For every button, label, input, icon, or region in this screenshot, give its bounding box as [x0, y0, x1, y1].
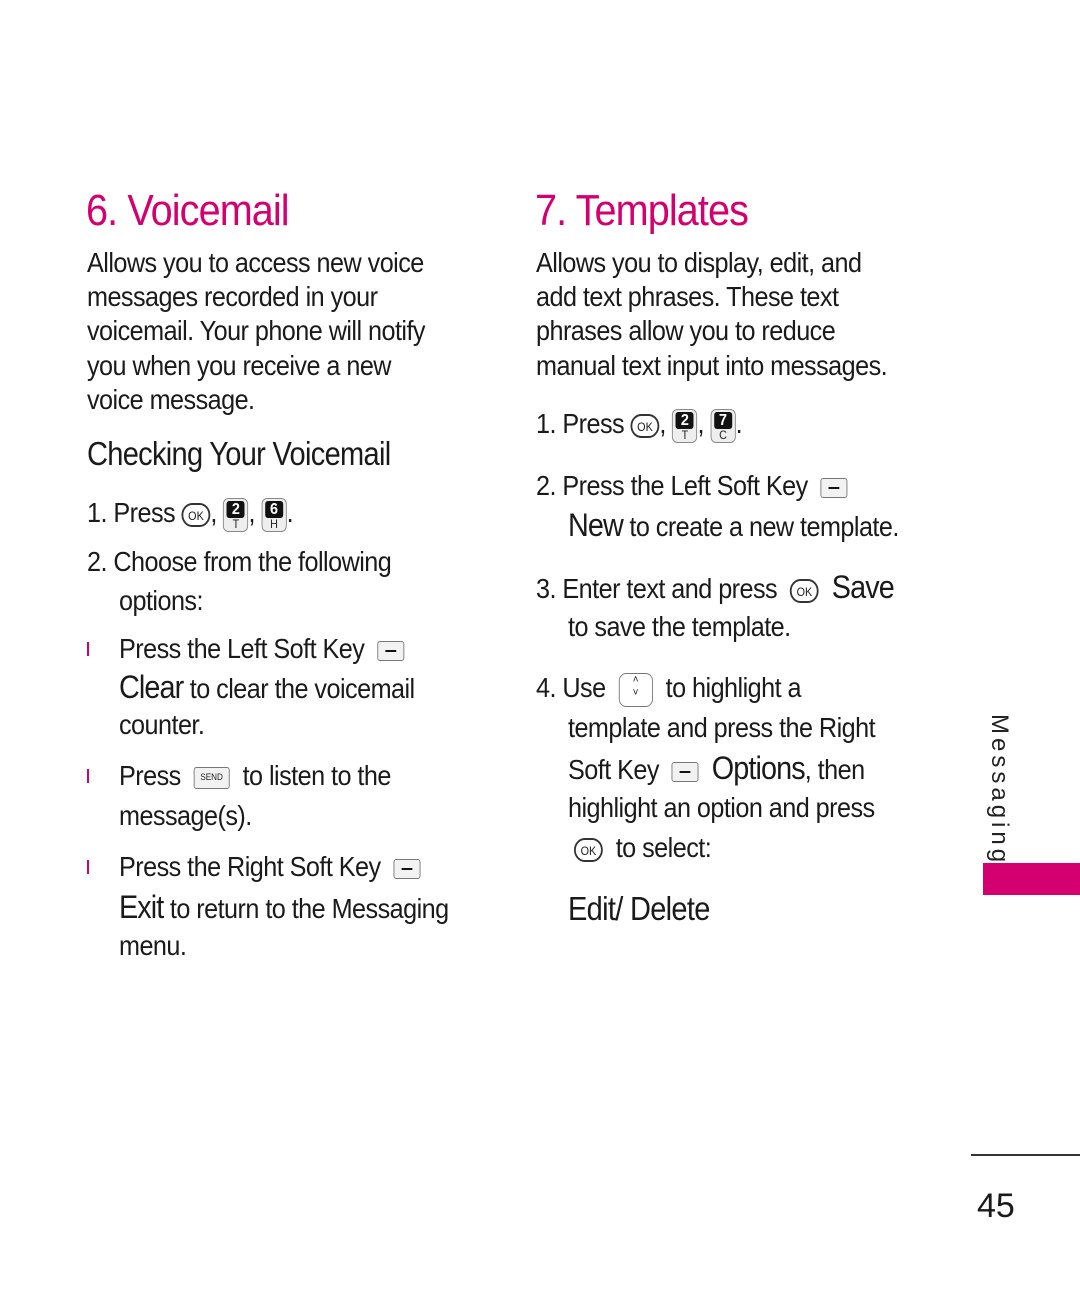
step-text: Press the Right Soft Key	[119, 851, 381, 882]
ok-key-icon: OK	[630, 413, 660, 438]
key-6-icon: 6H	[261, 497, 287, 532]
key-2-icon: 2T	[672, 408, 698, 443]
key-7-icon: 7C	[710, 408, 736, 443]
text-line: 3. Enter text and press OK Save	[536, 569, 895, 605]
step-text: to create a new template.	[622, 511, 899, 542]
step-text: to listen to the	[242, 760, 392, 791]
text-line: Press the Right Soft Key	[119, 850, 421, 884]
navigation-key-icon: ˄ ˅	[618, 672, 653, 707]
text-line: 2. Choose from the following	[87, 546, 392, 577]
text-line: New to create a new template.	[568, 508, 899, 542]
text-line: manual text input into messages.	[536, 350, 888, 381]
text-line: OK to select:	[574, 831, 712, 865]
ok-key-icon: OK	[574, 837, 603, 862]
softkey-label: Exit	[119, 889, 164, 925]
text-line: options:	[119, 585, 203, 616]
text-line: Press the Left Soft Key	[119, 632, 405, 666]
step-text: to select:	[615, 832, 712, 863]
softkey-label: Options	[711, 750, 806, 786]
bullet-marker	[87, 860, 89, 874]
footer-rule	[971, 1154, 1080, 1156]
key-letter: H	[270, 516, 278, 531]
ok-key-icon: OK	[181, 502, 211, 527]
text-line: Press SEND to listen to the	[119, 759, 391, 793]
text-line: highlight an option and press	[568, 792, 875, 823]
left-soft-key-icon	[820, 477, 848, 498]
step-text: Press the Left Soft Key	[119, 633, 365, 664]
key-digit: 7	[714, 411, 733, 429]
text-line: to save the template.	[568, 611, 791, 642]
step-text: to clear the voicemail	[183, 673, 415, 704]
text-line: voice message.	[87, 384, 255, 415]
step-text: 2. Press the Left Soft Key	[536, 470, 808, 501]
step-text: 3. Enter text and press	[536, 573, 778, 604]
key-digit: 2	[226, 500, 245, 518]
right-soft-key-icon	[671, 761, 699, 782]
page-number: 45	[977, 1187, 1015, 1225]
key-letter: C	[719, 427, 727, 442]
step-text: , then	[804, 754, 865, 785]
text-line: 2. Press the Left Soft Key	[536, 469, 848, 503]
step-1: 1. Press OK, 2T, 7C.	[536, 408, 743, 443]
softkey-label: Clear	[119, 669, 184, 705]
section-title-templates: 7. Templates	[535, 186, 749, 235]
text-line: Soft Key Options, then	[568, 751, 865, 785]
text-line: Allows you to display, edit, and	[536, 247, 862, 278]
text-line: Exit to return to the Messaging	[119, 890, 449, 924]
softkey-label: New	[568, 507, 624, 543]
key-digit: 2	[675, 411, 694, 429]
send-key-icon: SEND	[193, 766, 230, 789]
text-line: add text phrases. These text	[536, 281, 839, 312]
step-text: to highlight a	[665, 672, 802, 703]
text-line: message(s).	[119, 800, 252, 831]
softkey-label: Save	[831, 569, 895, 605]
text-line: you when you receive a new	[87, 350, 392, 381]
subheading: Checking Your Voicemail	[87, 435, 391, 472]
text-line: menu.	[119, 930, 187, 961]
ok-key-icon: OK	[790, 578, 819, 603]
step-text: 1. Press	[87, 497, 176, 528]
key-2-icon: 2T	[223, 497, 249, 532]
section-title-voicemail: 6. Voicemail	[86, 186, 290, 235]
text-line: 4. Use ˄ ˅ to highlight a	[536, 671, 802, 707]
text-line: template and press the Right	[568, 712, 876, 743]
key-digit: 6	[265, 500, 284, 518]
text-line: messages recorded in your	[87, 281, 378, 312]
text-line: counter.	[119, 709, 205, 740]
step-text: to return to the Messaging	[163, 893, 449, 924]
text-line: voicemail. Your phone will notify	[87, 315, 426, 346]
section-tab-marker	[983, 863, 1080, 895]
bullet-marker	[87, 769, 89, 783]
options-list: Edit/ Delete	[568, 890, 710, 927]
left-soft-key-icon	[377, 640, 405, 661]
bullet-marker	[87, 642, 89, 656]
text-line: Allows you to access new voice	[87, 247, 424, 278]
step-text: Soft Key	[568, 754, 659, 785]
step-text: 1. Press	[536, 408, 625, 439]
section-tab-label: Messaging	[986, 714, 1013, 867]
key-letter: T	[681, 427, 689, 442]
step-text: 4. Use	[536, 672, 606, 703]
key-letter: T	[232, 516, 240, 531]
text-line: Clear to clear the voicemail	[119, 670, 415, 704]
step-1: 1. Press OK, 2T, 6H.	[87, 497, 294, 532]
right-soft-key-icon	[393, 858, 421, 879]
step-text: Press	[119, 760, 181, 791]
text-line: phrases allow you to reduce	[536, 315, 836, 346]
